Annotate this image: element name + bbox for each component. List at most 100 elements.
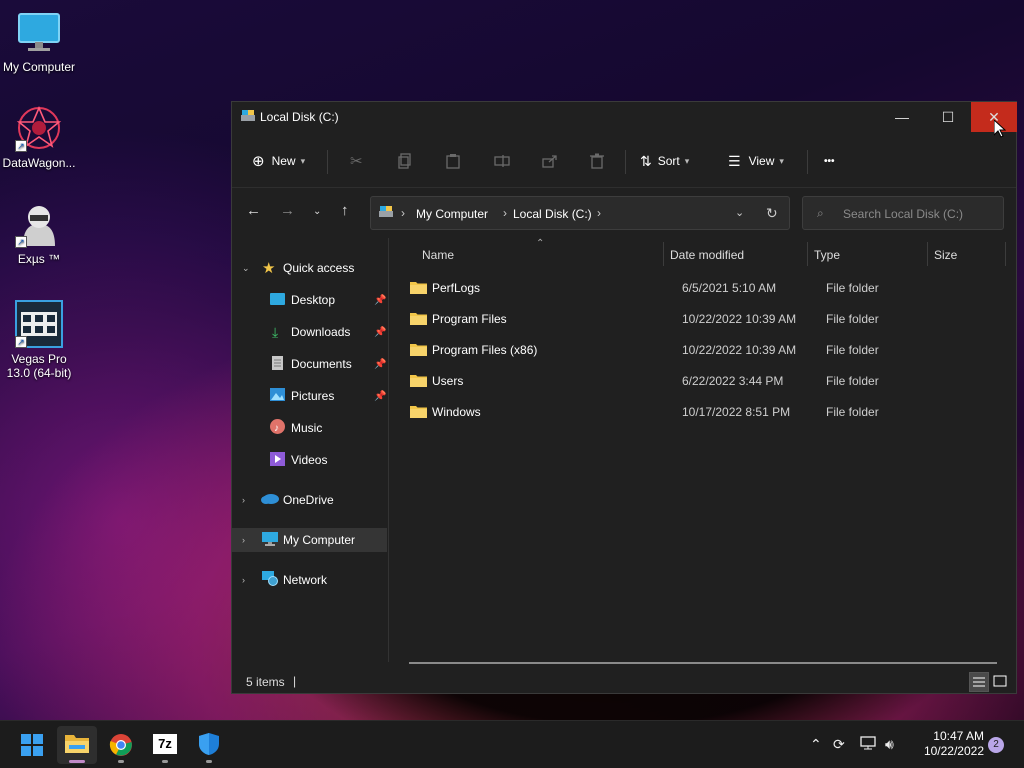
copy-icon[interactable] <box>398 152 412 170</box>
paste-icon[interactable] <box>446 152 460 170</box>
rename-icon[interactable] <box>494 152 510 170</box>
file-date: 6/5/2021 5:10 AM <box>682 281 777 295</box>
nav-downloads[interactable]: ⤓ Downloads 📌 <box>232 320 387 344</box>
up-arrow-icon[interactable]: ↑ <box>341 202 349 219</box>
view-button[interactable]: ☰ View ▾ <box>728 152 784 170</box>
search-placeholder: Search Local Disk (C:) <box>843 207 964 221</box>
shortcut-arrow-icon: ↗ <box>15 336 27 348</box>
delete-icon[interactable] <box>590 152 604 170</box>
nav-pictures[interactable]: Pictures 📌 <box>232 384 387 408</box>
pin-icon: 📌 <box>374 326 387 338</box>
file-name: Users <box>432 374 464 388</box>
folder-icon <box>410 344 427 356</box>
file-explorer-window: Local Disk (C:) — ☐ ✕ ⊕ New ▾ ✂ ⇅ Sort ▾… <box>231 101 1017 694</box>
address-bar[interactable]: › My Computer › Local Disk (C:) › ⌄ ↻ <box>370 196 790 230</box>
chrome-icon <box>109 734 132 756</box>
share-icon[interactable] <box>542 152 558 170</box>
running-indicator <box>69 760 85 763</box>
network-status-icon[interactable] <box>860 736 876 753</box>
nav-network[interactable]: › Network <box>232 568 387 592</box>
nav-videos[interactable]: Videos <box>232 448 387 472</box>
desktop-icon-my-computer[interactable]: My Computer <box>0 8 78 74</box>
file-type: File folder <box>826 374 879 388</box>
details-view-icon[interactable] <box>969 672 989 692</box>
show-hidden-icons-chevron-icon[interactable]: ⌃ <box>810 736 822 753</box>
file-type: File folder <box>826 343 879 357</box>
back-arrow-icon[interactable]: ← <box>246 202 261 219</box>
refresh-icon[interactable]: ↻ <box>766 205 778 222</box>
nav-onedrive[interactable]: › OneDrive <box>232 488 387 512</box>
desktop-icon-vegas-pro[interactable]: ↗ Vegas Pro 13.0 (64-bit) <box>0 300 78 380</box>
desktop-folder-icon <box>270 292 285 308</box>
nav-quick-access[interactable]: ⌄ ★ Quick access <box>232 256 387 280</box>
nav-label: Quick access <box>283 261 355 275</box>
toolbar-divider <box>625 150 626 174</box>
file-name: PerfLogs <box>432 281 481 295</box>
title-bar[interactable]: Local Disk (C:) — ☐ ✕ <box>232 102 1017 132</box>
view-label: View <box>748 154 775 168</box>
sync-icon[interactable]: ⟳ <box>833 736 845 753</box>
nav-desktop[interactable]: Desktop 📌 <box>232 288 387 312</box>
recent-locations-chevron-icon[interactable]: ⌄ <box>313 206 321 217</box>
download-arrow-icon: ⤓ <box>272 323 279 340</box>
maximize-button[interactable]: ☐ <box>925 102 971 132</box>
music-note-icon: ♪ <box>270 419 285 437</box>
start-button[interactable] <box>12 726 52 764</box>
notification-badge[interactable]: 2 <box>988 737 1004 753</box>
status-divider: | <box>293 674 297 688</box>
start-icon <box>21 734 43 756</box>
address-history-chevron-icon[interactable]: ⌄ <box>735 206 744 219</box>
file-explorer-icon <box>65 735 89 753</box>
search-input[interactable]: ⌕ Search Local Disk (C:) <box>802 196 1004 230</box>
column-divider[interactable] <box>663 242 664 266</box>
navigation-pane: ⌄ ★ Quick access Desktop 📌 ⤓ Downloads 📌… <box>232 238 389 662</box>
nav-my-computer[interactable]: › My Computer <box>232 528 387 552</box>
nav-documents[interactable]: Documents 📌 <box>232 352 387 376</box>
nav-label: Network <box>283 573 328 587</box>
video-icon <box>270 451 285 469</box>
column-divider[interactable] <box>1005 242 1006 266</box>
sort-button[interactable]: ⇅ Sort ▾ <box>640 152 689 170</box>
horizontal-scrollbar[interactable] <box>409 662 997 664</box>
command-bar: ⊕ New ▾ ✂ ⇅ Sort ▾ ☰ View ▾ ••• <box>232 132 1016 188</box>
chevron-down-icon: ▾ <box>779 155 784 166</box>
column-header-name[interactable]: Name <box>422 248 454 262</box>
taskbar-7zip[interactable]: 7z <box>145 726 185 764</box>
column-header-type[interactable]: Type <box>814 248 840 262</box>
datawagon-app-icon: ↗ <box>15 104 63 152</box>
taskbar-file-explorer[interactable] <box>57 726 97 764</box>
table-row[interactable]: PerfLogs 6/5/2021 5:10 AM File folder <box>400 274 1000 302</box>
table-row[interactable]: Program Files 10/22/2022 10:39 AM File f… <box>400 305 1000 333</box>
table-row[interactable]: Program Files (x86) 10/22/2022 10:39 AM … <box>400 336 1000 364</box>
column-header-size[interactable]: Size <box>934 248 957 262</box>
forward-arrow-icon[interactable]: → <box>280 202 295 219</box>
column-header-date-modified[interactable]: Date modified <box>670 248 744 262</box>
nav-music[interactable]: ♪ Music <box>232 416 387 440</box>
desktop-icon-exus[interactable]: ↗ Exµs ™ <box>0 200 78 266</box>
file-type: File folder <box>826 312 879 326</box>
desktop-icon-datawagon[interactable]: ↗ DataWagon... <box>0 104 78 170</box>
breadcrumb-separator-icon: › <box>503 206 507 220</box>
shortcut-arrow-icon: ↗ <box>15 236 27 248</box>
breadcrumb-separator-icon: › <box>401 206 405 220</box>
minimize-button[interactable]: — <box>879 102 925 132</box>
table-row[interactable]: Windows 10/17/2022 8:51 PM File folder <box>400 398 1000 426</box>
column-divider[interactable] <box>927 242 928 266</box>
item-count: 5 items <box>246 675 285 689</box>
breadcrumb-local-disk[interactable]: Local Disk (C:) <box>513 207 592 221</box>
new-button[interactable]: ⊕ New ▾ <box>252 152 305 170</box>
new-label: New <box>271 154 296 168</box>
breadcrumb-my-computer[interactable]: My Computer <box>416 207 488 221</box>
taskbar-windows-security[interactable] <box>189 726 229 764</box>
search-icon: ⌕ <box>817 206 824 220</box>
taskbar-chrome[interactable] <box>101 726 141 764</box>
taskbar-clock[interactable]: 10:47 AM 10/22/2022 <box>910 729 984 759</box>
file-date: 6/22/2022 3:44 PM <box>682 374 784 388</box>
more-options-icon[interactable]: ••• <box>824 152 835 170</box>
large-icons-view-icon[interactable] <box>991 672 1011 692</box>
column-divider[interactable] <box>807 242 808 266</box>
volume-icon[interactable]: 🔊︎ <box>885 736 894 753</box>
table-row[interactable]: Users 6/22/2022 3:44 PM File folder <box>400 367 1000 395</box>
cut-icon[interactable]: ✂ <box>350 152 363 170</box>
plus-circle-icon: ⊕ <box>252 153 265 170</box>
